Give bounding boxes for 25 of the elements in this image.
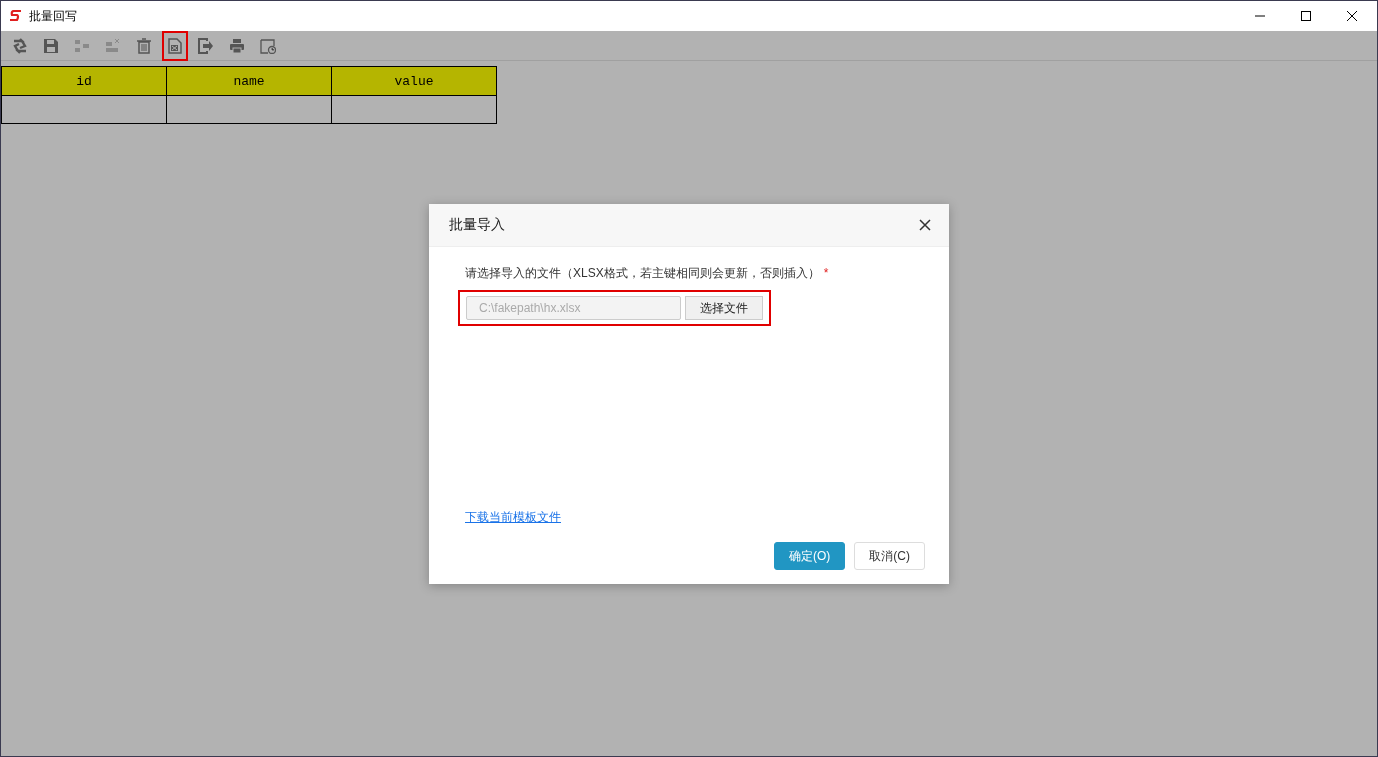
insert-row-icon xyxy=(74,37,90,54)
close-icon[interactable] xyxy=(1347,11,1357,21)
maximize-icon[interactable] xyxy=(1301,11,1311,21)
required-mark: * xyxy=(823,266,829,280)
print-icon xyxy=(229,37,245,54)
delete-row-icon xyxy=(105,37,121,54)
confirm-button[interactable]: 确定(O) xyxy=(774,542,846,570)
cancel-button[interactable]: 取消(C) xyxy=(854,542,925,570)
column-header: id xyxy=(1,66,167,96)
column-header: name xyxy=(166,66,332,96)
choose-file-button[interactable]: 选择文件 xyxy=(685,296,763,320)
trash-icon xyxy=(136,37,152,54)
refresh-icon xyxy=(12,37,28,54)
dialog-title: 批量导入 xyxy=(449,216,505,234)
download-template-link[interactable]: 下载当前模板文件 xyxy=(465,509,561,526)
spreadsheet-import-button[interactable] xyxy=(162,30,188,61)
close-icon[interactable] xyxy=(919,219,931,231)
window-title: 批量回写 xyxy=(29,7,77,25)
calendar-clock-icon xyxy=(260,37,276,54)
app-logo-icon xyxy=(9,10,23,22)
spreadsheet-import-icon xyxy=(167,37,183,54)
save-icon xyxy=(43,37,59,54)
file-label: 请选择导入的文件（XLSX格式，若主键相同则会更新，否则插入） xyxy=(465,266,820,280)
column-header: value xyxy=(331,66,497,96)
export-icon xyxy=(198,37,214,54)
